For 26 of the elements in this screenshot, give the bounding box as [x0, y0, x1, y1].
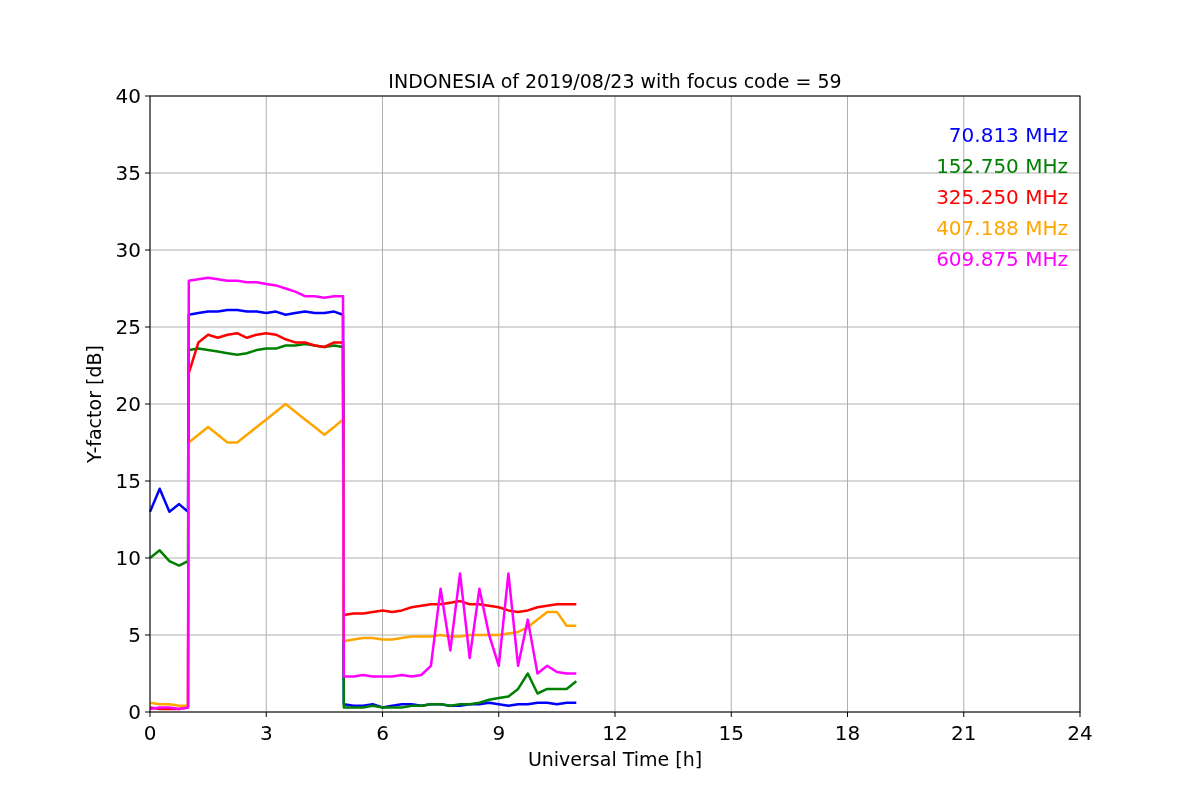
tick-label: 9 [492, 721, 506, 745]
tick-label: 5 [128, 623, 141, 647]
tick-label: 15 [718, 721, 744, 745]
legend-label: 407.188 MHz [936, 216, 1068, 240]
legend-label: 70.813 MHz [948, 123, 1068, 147]
tick-label: 25 [115, 315, 141, 339]
tick-label: 0 [143, 721, 157, 745]
tick-label: 24 [1067, 721, 1093, 745]
legend-label: 609.875 MHz [936, 247, 1068, 271]
x-axis-label: Universal Time [h] [527, 748, 703, 770]
y-axis-label: Y-factor [dB] [83, 345, 105, 463]
tick-label: 0 [128, 700, 141, 724]
tick-label: 21 [951, 721, 977, 745]
legend-label: 325.250 MHz [936, 185, 1068, 209]
tick-label: 35 [115, 161, 141, 185]
tick-label: 10 [115, 546, 141, 570]
tick-label: 30 [115, 238, 141, 262]
tick-label: 6 [376, 721, 389, 745]
tick-label: 12 [602, 721, 628, 745]
tick-label: 40 [115, 84, 141, 108]
tick-label: 18 [834, 721, 861, 745]
tick-label: 20 [115, 392, 141, 416]
tick-label: 3 [259, 721, 273, 745]
legend-label: 152.750 MHz [936, 154, 1068, 178]
chart-title: INDONESIA of 2019/08/23 with focus code = 59 [388, 70, 842, 92]
tick-label: 15 [115, 469, 141, 493]
